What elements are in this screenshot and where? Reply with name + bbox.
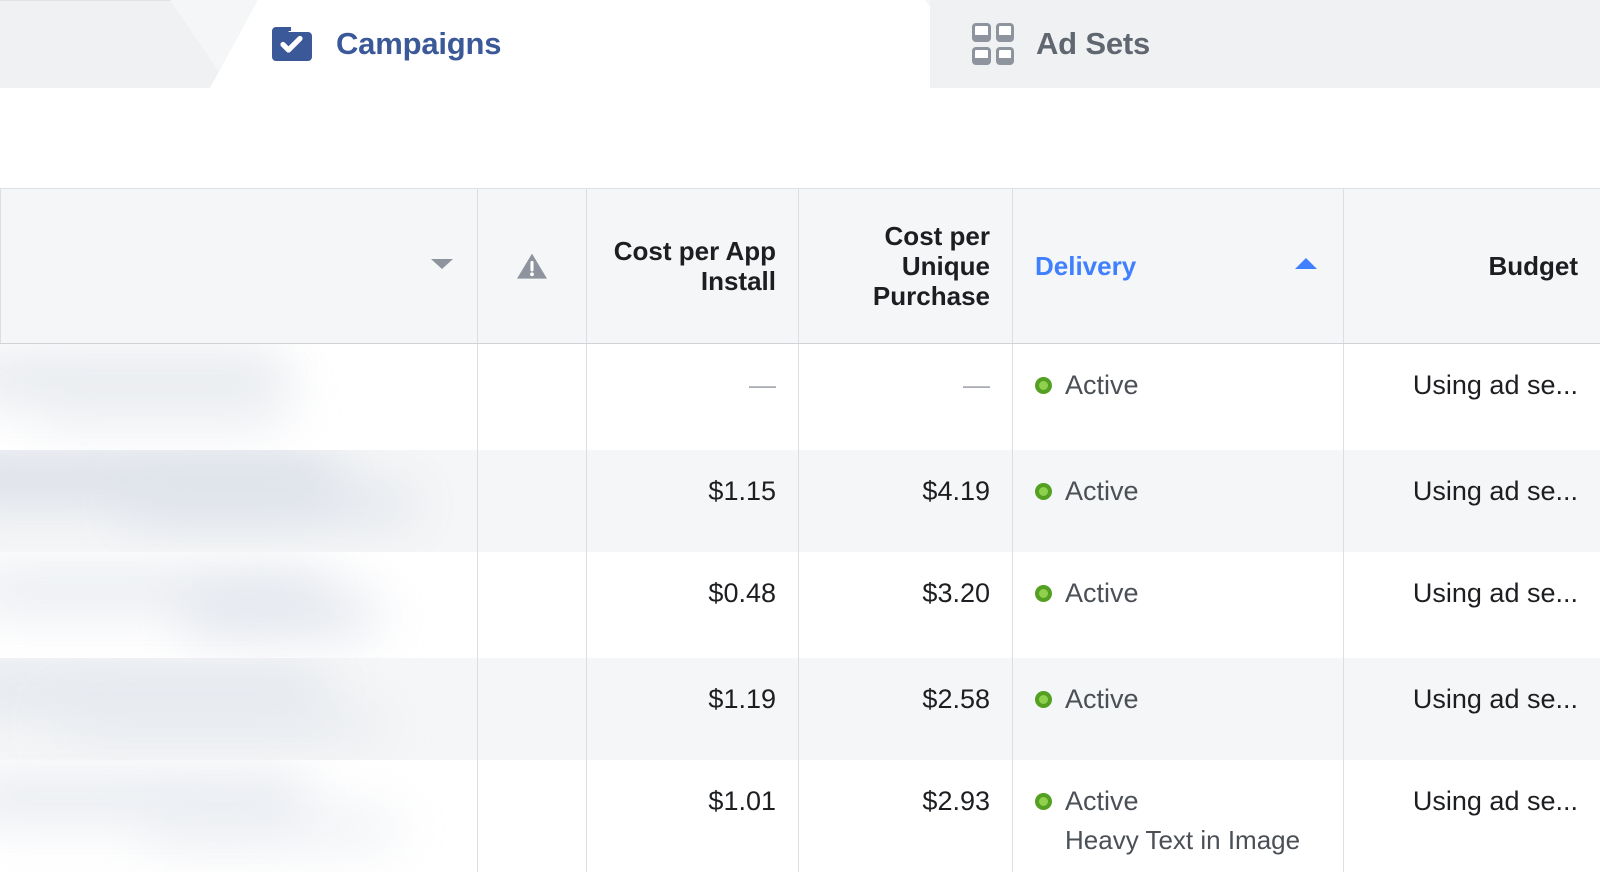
campaign-name-redacted: [0, 450, 477, 552]
cell-budget[interactable]: Using ad se...: [1343, 344, 1600, 450]
table-body: — — Active Using ad se... $1.15 $4.19: [0, 344, 1600, 872]
chevron-down-icon[interactable]: [429, 256, 455, 277]
table-row[interactable]: $1.01 $2.93 Active Heavy Text in Image U…: [0, 760, 1600, 872]
grid-four-icon: [972, 23, 1014, 65]
cell-budget[interactable]: Using ad se...: [1343, 658, 1600, 760]
status-badge: Active: [1065, 370, 1139, 401]
campaign-name-redacted: [0, 552, 477, 658]
status-dot-active: [1035, 691, 1052, 708]
campaign-name-redacted: [0, 760, 477, 872]
table-row[interactable]: $0.48 $3.20 Active Using ad se...: [0, 552, 1600, 658]
cell-delivery: Active Heavy Text in Image: [1012, 760, 1343, 872]
column-header-name[interactable]: [0, 189, 477, 343]
cell-cost-per-app-install: —: [586, 344, 798, 450]
tab-previous[interactable]: [0, 0, 230, 88]
cell-cost-per-app-install: $1.19: [586, 658, 798, 760]
column-header-cost-per-unique-purchase[interactable]: Cost per Unique Purchase: [798, 189, 1012, 343]
delivery-note: Heavy Text in Image: [1065, 825, 1321, 856]
tab-bar: Campaigns Ad Sets: [0, 0, 1600, 88]
status-dot-active: [1035, 793, 1052, 810]
cell-delivery: Active: [1012, 450, 1343, 552]
cell-delivery: Active: [1012, 344, 1343, 450]
cell-cost-per-app-install: $1.01: [586, 760, 798, 872]
column-header-label: Budget: [1366, 251, 1578, 281]
cell-warning: [477, 552, 586, 658]
cell-budget[interactable]: Using ad se...: [1343, 450, 1600, 552]
status-dot-active: [1035, 377, 1052, 394]
table-row[interactable]: $1.15 $4.19 Active Using ad se...: [0, 450, 1600, 552]
column-header-cost-per-app-install[interactable]: Cost per App Install: [586, 189, 798, 343]
warning-triangle-icon: [515, 251, 549, 281]
campaign-name-redacted: [0, 344, 477, 450]
cell-cost-per-unique-purchase: $2.93: [798, 760, 1012, 872]
tab-campaigns[interactable]: Campaigns: [210, 0, 985, 88]
toolbar: Edit: [0, 88, 1600, 189]
caret-up-icon: [1293, 256, 1319, 276]
cell-cost-per-unique-purchase: $2.58: [798, 658, 1012, 760]
cell-delivery: Active: [1012, 658, 1343, 760]
cell-warning: [477, 450, 586, 552]
cell-cost-per-unique-purchase: —: [798, 344, 1012, 450]
campaign-name-redacted: [0, 658, 477, 760]
status-dot-active: [1035, 483, 1052, 500]
campaigns-table: Cost per App Install Cost per Unique Pur…: [0, 189, 1600, 872]
folder-check-icon: [270, 24, 314, 64]
cell-warning: [477, 344, 586, 450]
table-row[interactable]: — — Active Using ad se...: [0, 344, 1600, 450]
column-header-label: Delivery: [1035, 251, 1321, 281]
cell-cost-per-unique-purchase: $3.20: [798, 552, 1012, 658]
status-badge: Active: [1065, 684, 1139, 715]
column-header-budget[interactable]: Budget: [1343, 189, 1600, 343]
status-badge: Active: [1065, 476, 1139, 507]
tab-campaigns-label: Campaigns: [336, 26, 501, 62]
column-header-delivery[interactable]: Delivery: [1012, 189, 1343, 343]
status-badge: Active: [1065, 786, 1139, 817]
cell-budget[interactable]: Using ad se...: [1343, 552, 1600, 658]
cell-warning: [477, 760, 586, 872]
column-header-warning[interactable]: [477, 189, 586, 343]
column-header-label: Cost per App Install: [609, 236, 776, 296]
table-row[interactable]: $1.19 $2.58 Active Using ad se...: [0, 658, 1600, 760]
tab-ad-sets-label: Ad Sets: [1036, 26, 1150, 62]
table-header-row: Cost per App Install Cost per Unique Pur…: [0, 189, 1600, 344]
column-header-label: Cost per Unique Purchase: [821, 221, 990, 311]
cell-delivery: Active: [1012, 552, 1343, 658]
status-dot-active: [1035, 585, 1052, 602]
cell-cost-per-app-install: $1.15: [586, 450, 798, 552]
cell-cost-per-unique-purchase: $4.19: [798, 450, 1012, 552]
cell-warning: [477, 658, 586, 760]
status-badge: Active: [1065, 578, 1139, 609]
tab-ad-sets[interactable]: Ad Sets: [930, 0, 1600, 88]
cell-budget[interactable]: Using ad se...: [1343, 760, 1600, 872]
cell-cost-per-app-install: $0.48: [586, 552, 798, 658]
